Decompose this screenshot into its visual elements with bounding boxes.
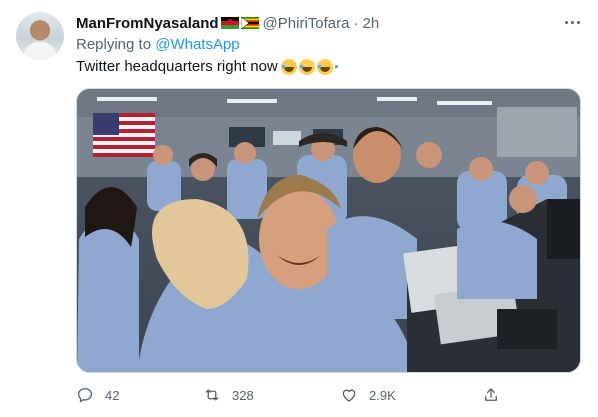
zimbabwe-flag-icon	[240, 17, 259, 29]
replying-to-label: Replying to	[76, 36, 152, 53]
reply-count: 42	[105, 387, 120, 403]
reply-icon	[77, 387, 93, 403]
retweet-icon	[205, 389, 219, 401]
timestamp[interactable]: 2h	[362, 15, 379, 32]
face-with-tears-of-joy-emoji	[280, 58, 302, 75]
more-options-icon[interactable]	[562, 14, 582, 30]
heart-icon	[342, 389, 356, 402]
mission-control-photo	[77, 89, 580, 372]
tweet-header: ManFromNyasaland @PhiriTofara · 2h	[76, 13, 379, 33]
tweet-photo[interactable]	[76, 88, 581, 373]
replying-to-line: Replying to @WhatsApp	[76, 36, 240, 53]
tweet-actions: 42 328 2.9K	[76, 384, 506, 406]
separator-dot: ·	[353, 14, 359, 32]
tweet[interactable]: ManFromNyasaland @PhiriTofara · 2h Reply…	[0, 0, 598, 417]
tweet-text: Twitter headquarters right now	[76, 58, 338, 75]
share-icon	[485, 388, 497, 401]
tweet-body: Twitter headquarters right now	[76, 58, 278, 75]
retweet-button[interactable]: 328	[203, 384, 254, 406]
share-button[interactable]	[482, 384, 500, 406]
display-name[interactable]: ManFromNyasaland	[76, 15, 219, 32]
malawi-flag-icon	[220, 17, 239, 29]
replying-to-mention[interactable]: @WhatsApp	[155, 36, 239, 53]
user-handle[interactable]: @PhiriTofara	[263, 15, 350, 32]
face-with-tears-of-joy-emoji	[316, 58, 338, 75]
like-button[interactable]: 2.9K	[340, 384, 396, 406]
retweet-count: 328	[232, 387, 254, 403]
avatar[interactable]	[16, 12, 64, 60]
face-with-tears-of-joy-emoji	[298, 58, 320, 75]
like-count: 2.9K	[369, 387, 396, 403]
reply-button[interactable]: 42	[76, 384, 119, 406]
american-flag	[93, 113, 155, 157]
